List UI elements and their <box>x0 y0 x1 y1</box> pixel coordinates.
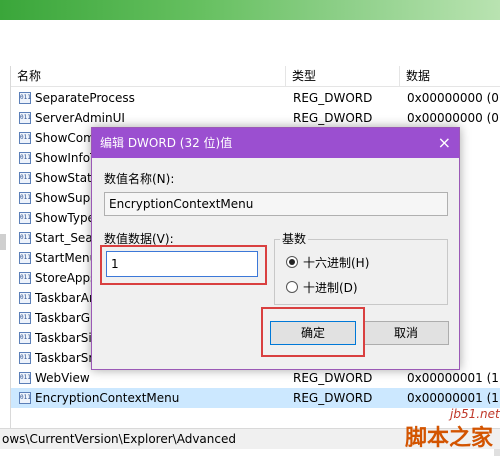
base-label: 基数 <box>280 230 309 247</box>
row-data: 0x00000001 (1) <box>407 371 500 385</box>
base-groupbox <box>274 239 448 305</box>
table-row[interactable]: 011 WebView REG_DWORD 0x00000001 (1) <box>11 368 500 388</box>
list-header: 名称 类型 数据 <box>11 66 500 87</box>
radio-hex-label[interactable]: 十六进制(H) <box>303 254 369 271</box>
close-icon[interactable]: × <box>438 128 451 158</box>
cancel-button[interactable]: 取消 <box>363 321 449 345</box>
reg-dword-icon: 011 <box>19 272 31 284</box>
ok-button-highlight <box>261 307 365 357</box>
radio-hex[interactable] <box>286 256 298 268</box>
row-type: REG_DWORD <box>293 91 373 105</box>
edit-dword-dialog: 编辑 DWORD (32 位)值 × 数值名称(N): EncryptionCo… <box>91 127 460 370</box>
window-background-band <box>0 0 500 20</box>
row-name: WebView <box>35 371 90 385</box>
row-name: ShowInfoT <box>35 151 98 165</box>
reg-dword-icon: 011 <box>19 212 31 224</box>
registry-path: ows\CurrentVersion\Explorer\Advanced <box>2 432 236 446</box>
tree-scroll-indicator <box>0 234 6 250</box>
row-name: TaskbarSiz <box>35 331 99 345</box>
reg-dword-icon: 011 <box>19 172 31 184</box>
row-name: SeparateProcess <box>35 91 135 105</box>
reg-dword-icon: 011 <box>19 92 31 104</box>
value-name-label: 数值名称(N): <box>104 172 175 186</box>
row-data: 0x00000000 (0) <box>407 91 500 105</box>
row-name: ShowSupe <box>35 191 98 205</box>
column-header-name[interactable]: 名称 <box>11 66 286 86</box>
reg-dword-icon: 011 <box>19 332 31 344</box>
dialog-title: 编辑 DWORD (32 位)值 <box>100 136 233 150</box>
radio-dec-label[interactable]: 十进制(D) <box>303 279 358 296</box>
row-name: TaskbarAn <box>35 291 97 305</box>
row-name: StoreApps <box>35 271 97 285</box>
watermark-url: jb51.net <box>450 407 500 421</box>
row-data: 0x00000000 (0) <box>407 111 500 125</box>
radio-dec[interactable] <box>286 281 298 293</box>
reg-dword-icon: 011 <box>19 392 31 404</box>
table-row[interactable]: 011 ServerAdminUI REG_DWORD 0x00000000 (0) <box>11 108 500 128</box>
reg-dword-icon: 011 <box>19 232 31 244</box>
row-type: REG_DWORD <box>293 111 373 125</box>
dialog-titlebar[interactable]: 编辑 DWORD (32 位)值 × <box>92 128 459 158</box>
reg-dword-icon: 011 <box>19 132 31 144</box>
table-row[interactable]: 011 SeparateProcess REG_DWORD 0x00000000 (0… <box>11 88 500 108</box>
reg-dword-icon: 011 <box>19 312 31 324</box>
value-name-text: EncryptionContextMenu <box>109 197 254 211</box>
column-header-data[interactable]: 数据 <box>400 66 500 86</box>
reg-dword-icon: 011 <box>19 112 31 124</box>
row-name: ShowStatu <box>35 171 100 185</box>
watermark-logo-text: 脚本之家 <box>405 426 494 451</box>
toolbar-area <box>0 20 500 66</box>
reg-dword-icon: 011 <box>19 152 31 164</box>
row-name: EncryptionContextMenu <box>35 391 180 405</box>
table-row[interactable]: 011 EncryptionContextMenu REG_DWORD 0x00000… <box>11 388 500 408</box>
row-type: REG_DWORD <box>293 391 373 405</box>
value-data-highlight <box>100 245 267 285</box>
reg-dword-icon: 011 <box>19 292 31 304</box>
reg-dword-icon: 011 <box>19 372 31 384</box>
reg-dword-icon: 011 <box>19 352 31 364</box>
column-header-type[interactable]: 类型 <box>286 66 400 86</box>
row-data: 0x00000001 (1) <box>407 391 500 405</box>
tree-pane[interactable] <box>0 66 11 428</box>
row-type: REG_DWORD <box>293 371 373 385</box>
row-name: ServerAdminUI <box>35 111 125 125</box>
value-name-field: EncryptionContextMenu <box>104 192 448 216</box>
row-name: StartMenu <box>35 251 98 265</box>
reg-dword-icon: 011 <box>19 252 31 264</box>
reg-dword-icon: 011 <box>19 192 31 204</box>
